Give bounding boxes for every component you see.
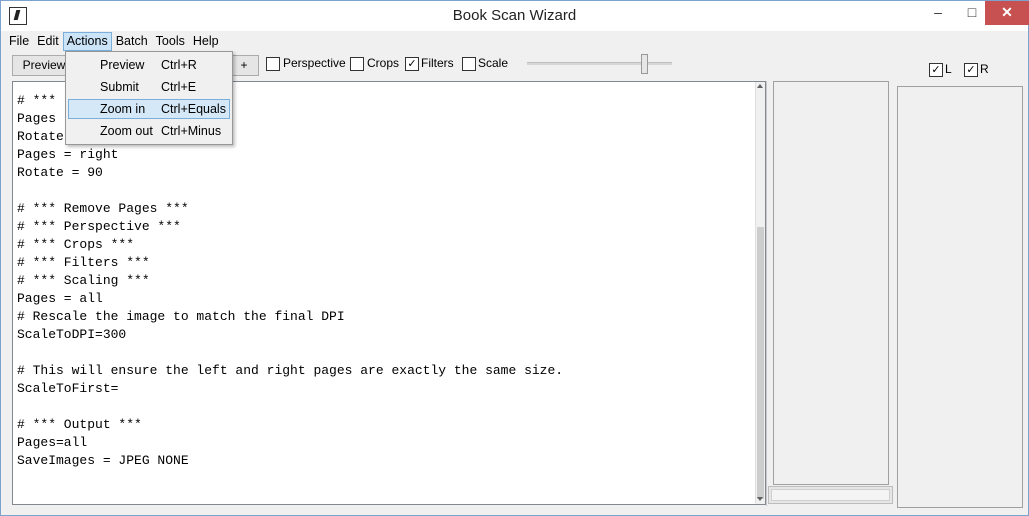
menu-batch[interactable]: Batch [112,32,152,52]
menubar: File Edit Actions Batch Tools Help [5,32,223,52]
menu-edit[interactable]: Edit [33,32,63,52]
menu-help[interactable]: Help [189,32,223,52]
right-page-checkbox[interactable]: ✓ [964,63,978,77]
zoom-slider-thumb[interactable] [641,54,648,74]
menu-item-label: Submit [100,80,139,94]
editor-scrollbar[interactable] [755,82,765,504]
zoom-in-button[interactable]: + [229,55,259,76]
close-button[interactable]: ✕ [985,1,1029,25]
menu-item-preview[interactable]: Preview Ctrl+R [68,55,228,75]
progress-bar [768,486,893,504]
minimize-button[interactable]: – [921,1,955,25]
filters-checkbox[interactable]: ✓ [405,57,419,71]
crops-checkbox[interactable] [350,57,364,71]
menu-item-shortcut: Ctrl+R [161,58,197,72]
split-divider[interactable] [766,81,767,506]
menu-actions[interactable]: Actions [62,32,112,51]
menu-item-shortcut: Ctrl+E [161,80,197,94]
menu-item-zoom-out[interactable]: Zoom out Ctrl+Minus [68,121,228,141]
left-page-checkbox[interactable]: ✓ [929,63,943,77]
scale-label: Scale [478,56,509,70]
menu-item-label: Preview [100,58,145,72]
app-window: Book Scan Wizard – □ ✕ File Edit Actions… [0,0,1029,516]
scroll-down-icon[interactable] [757,497,763,501]
left-page-label: L [945,62,952,76]
perspective-label: Perspective [283,56,346,70]
maximize-button[interactable]: □ [955,1,989,25]
right-page-label: R [980,62,989,76]
scroll-thumb[interactable] [757,227,764,499]
menu-item-zoom-in[interactable]: Zoom in Ctrl+Equals [68,99,230,119]
scroll-up-icon[interactable] [757,84,763,88]
menu-item-label: Zoom out [100,124,153,138]
left-page-preview [773,81,889,485]
progress-fill [771,489,890,501]
crops-label: Crops [367,56,400,70]
actions-dropdown: Preview Ctrl+R Submit Ctrl+E Zoom in Ctr… [65,51,233,145]
menu-tools[interactable]: Tools [152,32,189,52]
filters-label: Filters [421,56,454,70]
menu-item-shortcut: Ctrl+Minus [161,124,222,138]
perspective-checkbox[interactable] [266,57,280,71]
right-page-preview [897,86,1023,508]
title-bar: Book Scan Wizard – □ ✕ [1,1,1029,31]
menu-item-label: Zoom in [100,102,146,116]
zoom-slider-track[interactable] [527,62,672,65]
menu-item-shortcut: Ctrl+Equals [161,102,226,116]
menu-item-submit[interactable]: Submit Ctrl+E [68,77,228,97]
menu-file[interactable]: File [5,32,33,52]
scale-checkbox[interactable] [462,57,476,71]
window-title: Book Scan Wizard [452,7,577,24]
script-text[interactable]: # *** Pages Rotate Pages = right Rotate … [17,92,563,470]
